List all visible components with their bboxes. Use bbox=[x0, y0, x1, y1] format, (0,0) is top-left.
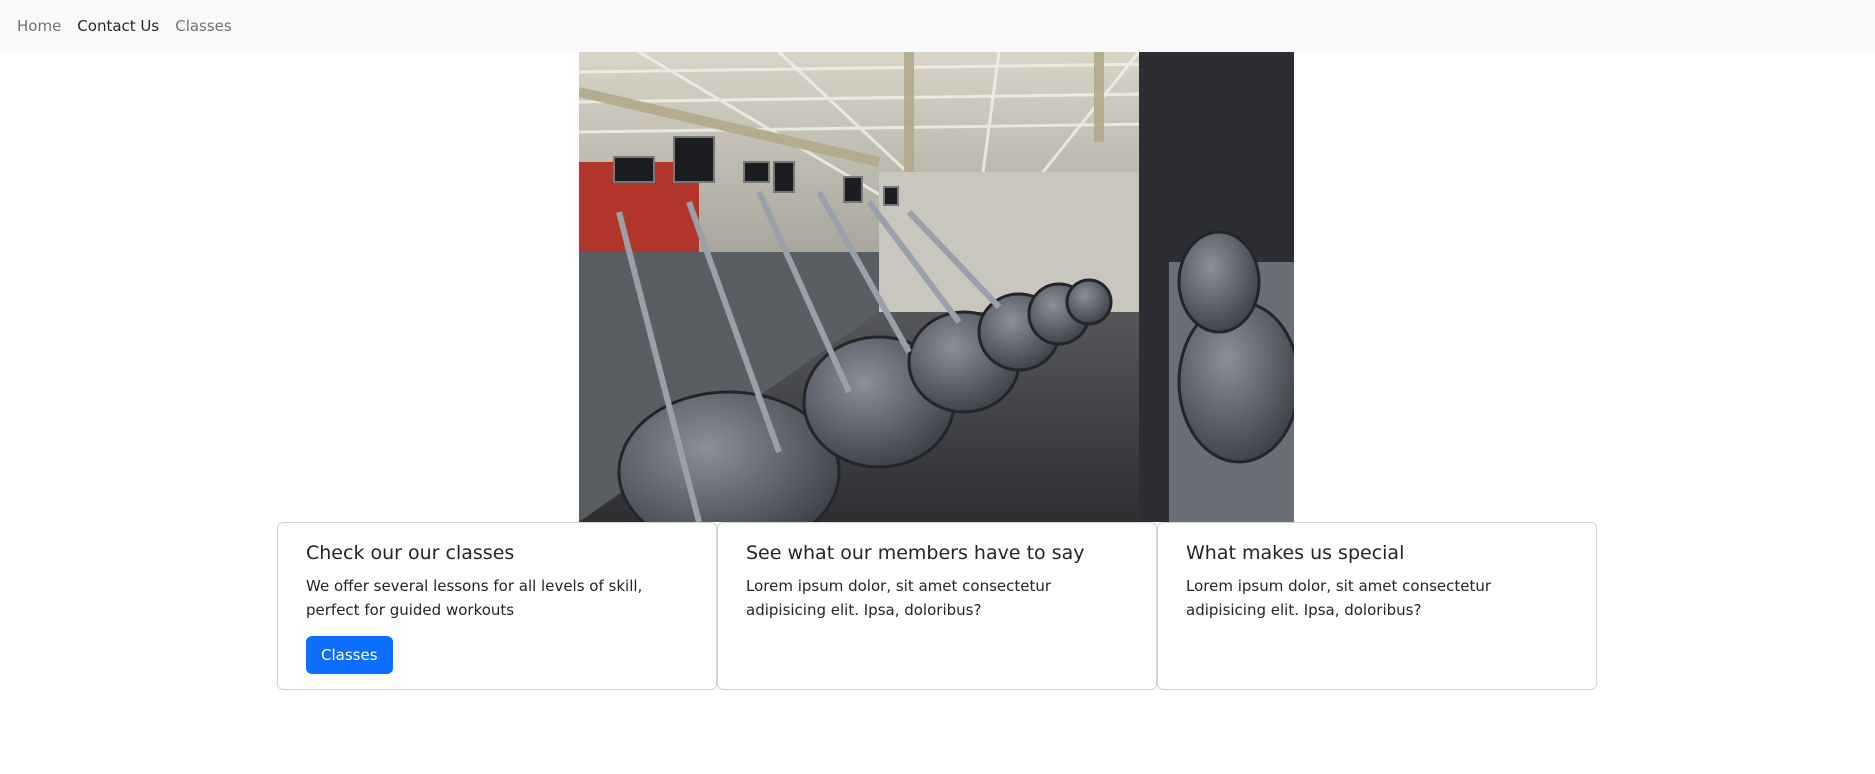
card-title: Check our our classes bbox=[306, 542, 515, 564]
nav-link-contact-us[interactable]: Contact Us bbox=[77, 17, 159, 35]
feature-cards: Check our our classes We offer several l… bbox=[277, 522, 1597, 690]
card-special: What makes us special Lorem ipsum dolor,… bbox=[1157, 522, 1597, 690]
navbar: Home Contact Us Classes bbox=[0, 0, 1875, 52]
card-members: See what our members have to say Lorem i… bbox=[717, 522, 1157, 690]
nav-link-home[interactable]: Home bbox=[17, 17, 61, 35]
hero-image bbox=[579, 52, 1294, 522]
gym-photo-icon bbox=[579, 52, 1294, 522]
card-text: We offer several lessons for all levels … bbox=[306, 576, 643, 619]
card-title: See what our members have to say bbox=[746, 542, 1085, 564]
card-title: What makes us special bbox=[1186, 542, 1405, 564]
card-text: Lorem ipsum dolor, sit amet consectetur … bbox=[1186, 576, 1492, 619]
nav-link-classes[interactable]: Classes bbox=[175, 17, 232, 35]
card-classes: Check our our classes We offer several l… bbox=[277, 522, 717, 690]
card-text: Lorem ipsum dolor, sit amet consectetur … bbox=[746, 576, 1052, 619]
classes-button[interactable]: Classes bbox=[306, 635, 393, 674]
